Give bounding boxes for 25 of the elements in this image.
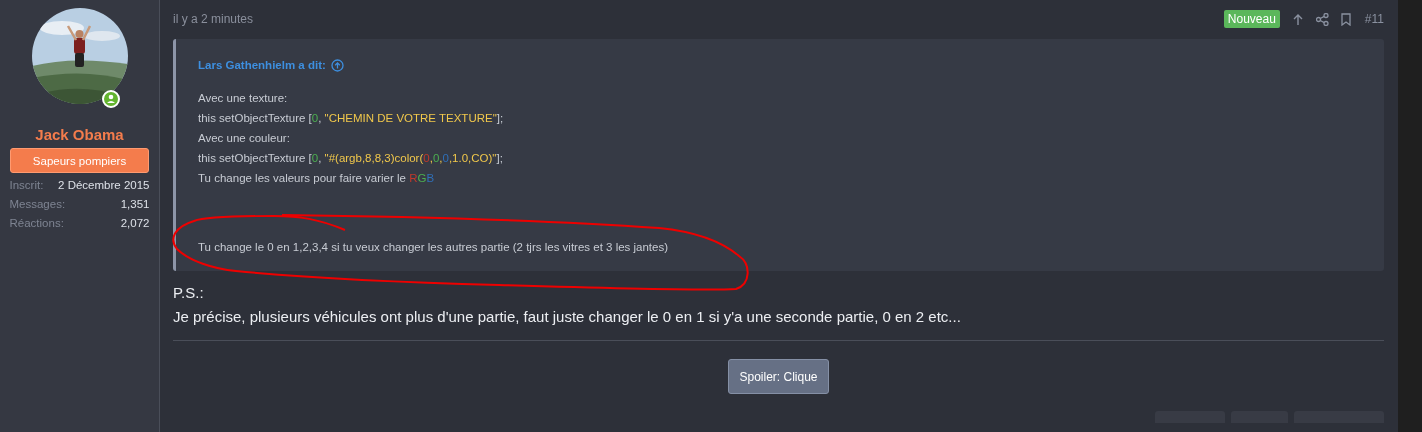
stat-value: 2 Décembre 2015 xyxy=(58,178,150,193)
stat-label: Messages: xyxy=(9,197,66,212)
spoiler-button[interactable]: Spoiler: Clique xyxy=(728,359,829,394)
quote-line: Tu change le 0 en 1,2,3,4 si tu veux changer les autres partie (2 tjrs les vitres et 3 les jantes) xyxy=(198,241,669,253)
quote-line: this setObjectTexture [0, "#(argb,8,8,3)color(0,0,0,1.0,CO)"]; xyxy=(198,151,503,166)
stat-value: 2,072 xyxy=(120,216,150,231)
stat-value: 1,351 xyxy=(120,197,150,212)
username[interactable]: Jack Obama xyxy=(35,126,124,143)
share-icon[interactable] xyxy=(1315,12,1329,26)
quote-line: Avec une texture: xyxy=(198,91,288,106)
user-banner: Sapeurs pompiers xyxy=(10,148,149,173)
arrow-up-circle-icon[interactable] xyxy=(330,58,344,72)
post-paragraph: P.S.: xyxy=(173,284,205,301)
stat-label: Inscrit: xyxy=(9,178,44,193)
post-number[interactable]: #11 xyxy=(1364,12,1384,26)
new-badge: Nouveau xyxy=(1223,10,1280,28)
quote-line: Avec une couleur: xyxy=(198,131,290,146)
bookmark-icon[interactable] xyxy=(1340,12,1351,26)
stat-label: Réactions: xyxy=(9,216,64,231)
post-paragraph: Je précise, plusieurs véhicules ont plus d'une partie, faut juste changer le 0 en 1 si y'a une seconde partie, 0 en 2 etc... xyxy=(173,308,962,325)
quote-line: Tu change les valeurs pour faire varier le RGB xyxy=(198,171,435,186)
quote-line: this setObjectTexture [0, "CHEMIN DE VOTRE TEXTURE"]; xyxy=(198,111,504,126)
arrow-up-icon[interactable] xyxy=(1291,12,1304,26)
post-time[interactable]: il y a 2 minutes xyxy=(173,12,254,26)
quote-author-link[interactable]: Lars Gathenhielm a dit: xyxy=(198,59,326,71)
